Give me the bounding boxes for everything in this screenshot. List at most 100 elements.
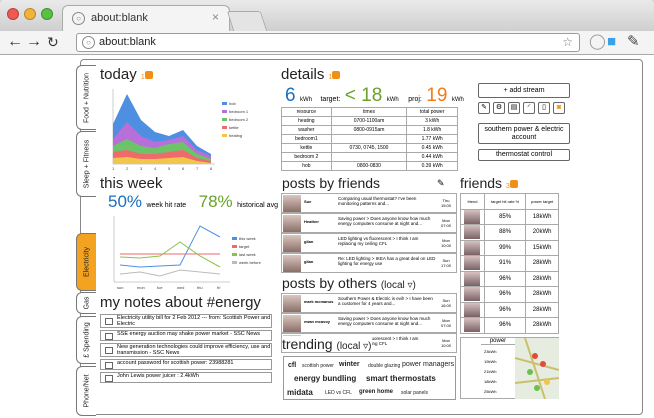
table-row: bedroom 2 0.44 kWh <box>281 152 458 162</box>
tab-food-nutrition[interactable]: Food + Nutrition <box>76 65 96 130</box>
map-marker <box>532 353 538 359</box>
tab-sleep-fitness[interactable]: Sleep + Fitness <box>76 131 96 197</box>
list-item[interactable]: gilan Re: LED lighting > IKEA has a great… <box>281 253 457 273</box>
list-item: 19kWh <box>484 359 497 364</box>
url-text: about:blank <box>99 36 156 48</box>
x-tick-label: wed <box>177 285 184 290</box>
close-tab-icon[interactable]: × <box>212 10 219 24</box>
wrench-icon[interactable]: ✎ <box>627 34 640 50</box>
company-account-button[interactable]: southern power & electric account <box>478 123 570 144</box>
legend-label: bedroom 2 <box>229 117 249 122</box>
reload-icon[interactable]: ↻ <box>47 34 59 50</box>
legend-label: kettle <box>229 125 239 130</box>
bookmark-star-icon[interactable]: ☆ <box>562 34 573 51</box>
add-stream-button[interactable]: + add stream <box>478 83 570 98</box>
rss-icon[interactable] <box>144 71 153 80</box>
details-title: details 1 <box>281 66 341 83</box>
tab-electricity[interactable]: Electricity <box>76 233 96 291</box>
close-window-button[interactable] <box>7 8 19 20</box>
rss-icon[interactable] <box>332 71 341 80</box>
browser-tab[interactable]: ○ about:blank × <box>62 5 230 31</box>
forward-icon[interactable]: → <box>26 34 42 50</box>
x-tick-label: 3 <box>140 166 143 171</box>
legend-label: hob <box>229 101 236 106</box>
legend-swatch <box>232 245 237 248</box>
list-item[interactable]: gilan LED lighting vs fluorescent > I thi… <box>281 233 457 253</box>
today-title: today 1 <box>100 66 153 83</box>
tag[interactable]: LED vs CFL <box>325 390 352 396</box>
rss-feed-icon[interactable]: ◙ <box>553 102 565 114</box>
avatar <box>464 318 481 333</box>
tag[interactable]: winter <box>339 361 360 368</box>
extension-blue-icon[interactable]: ■ <box>607 34 616 50</box>
tag[interactable]: midata <box>287 388 313 397</box>
map-thumbnail[interactable] <box>514 337 560 400</box>
rss-icon[interactable] <box>509 180 518 189</box>
back-icon[interactable]: ← <box>7 34 23 50</box>
avatar <box>283 235 301 252</box>
table-row: hob 0800-0830 0.39 kWh <box>281 161 458 171</box>
tab-title: about:blank <box>91 12 148 24</box>
note-item[interactable]: Electricity utility bill for 2 Feb 2012 … <box>100 314 272 328</box>
tag[interactable]: double glazing <box>368 363 400 369</box>
extension-icon[interactable]: ◯ <box>589 34 606 50</box>
note-item[interactable]: John Lewis power juicer : 2.4kWh <box>100 372 272 383</box>
gear-icon[interactable]: ⚙ <box>493 102 505 114</box>
friends-title: friends 3 <box>460 175 518 191</box>
tag[interactable]: solar panels <box>401 390 428 396</box>
legend-swatch <box>222 118 227 121</box>
list-item: 18kWh <box>484 379 497 384</box>
tag[interactable]: smart thermostats <box>366 374 436 383</box>
table-row: 96% 28kWh <box>460 301 559 318</box>
x-tick-label: tue <box>157 285 163 290</box>
legend-swatch <box>232 253 237 256</box>
tag[interactable]: scottish power <box>302 363 334 369</box>
legend-swatch <box>232 237 237 240</box>
chart-icon[interactable]: ◜ <box>523 102 535 114</box>
avatar <box>464 225 481 240</box>
table-row: kettle 0730, 0745, 1500 0.45 kWh <box>281 143 458 153</box>
scope-dropdown[interactable]: (local ▿) <box>336 341 371 352</box>
list-item[interactable]: Sue Comparing usual thermostat? I've been… <box>281 193 457 213</box>
thermostat-control-button[interactable]: thermostat control <box>478 149 570 161</box>
document-icon[interactable]: ▯ <box>538 102 550 114</box>
list-item[interactable]: ewan mcavoy Saving power > Does anyone kn… <box>281 313 457 333</box>
list-item[interactable]: mark mcmanus Southern Power & Electric is… <box>281 293 457 313</box>
table-row: 96% 28kWh <box>460 317 559 334</box>
tab-spending[interactable]: £ Spending <box>76 316 96 364</box>
x-tick-label: 6 <box>182 166 185 171</box>
note-item[interactable]: account password for scottish power: 239… <box>100 359 272 370</box>
pen-icon[interactable]: ✎ <box>478 102 490 114</box>
legend-swatch <box>232 261 237 264</box>
maximize-window-button[interactable] <box>41 8 53 20</box>
legend-label: week before <box>239 260 262 265</box>
book-icon[interactable]: ▤ <box>508 102 520 114</box>
tab-gas[interactable]: Gas <box>76 292 96 314</box>
table-row: washer 0800-0915am 1.8 kWh <box>281 125 458 135</box>
map-marker <box>540 361 546 367</box>
friends-table: friend target hit rate % power target 85% 1… <box>460 193 559 334</box>
new-tab-button[interactable] <box>226 11 268 31</box>
avatar <box>283 295 301 312</box>
minimize-window-button[interactable] <box>24 8 36 20</box>
x-tick-label: 8 <box>210 166 213 171</box>
list-item: 25kWh <box>484 389 497 394</box>
note-item[interactable]: New generation technologies could improv… <box>100 343 272 357</box>
compose-post-icon[interactable]: ✎ <box>437 178 445 189</box>
list-item[interactable]: Heather Saving power > Does anyone know h… <box>281 213 457 233</box>
scope-dropdown[interactable]: (local ▿) <box>381 280 416 291</box>
table-row: 96% 28kWh <box>460 270 559 287</box>
power-label: power <box>481 338 515 345</box>
note-item[interactable]: SSE energy auction may shake power marke… <box>100 330 272 341</box>
table-row: 91% 28kWh <box>460 255 559 272</box>
tag[interactable]: energy bundling <box>294 374 356 383</box>
tag[interactable]: green home <box>359 389 393 395</box>
legend-swatch <box>222 102 227 105</box>
power-list: 23kWh 19kWh 21kWh 18kWh 25kWh <box>462 347 515 397</box>
x-tick-label: 2 <box>126 166 129 171</box>
tag[interactable]: cfl <box>288 362 296 369</box>
tab-phone-net[interactable]: Phone/Net <box>76 366 96 416</box>
avatar <box>464 209 481 224</box>
address-bar[interactable]: ○ about:blank ☆ <box>76 33 580 52</box>
tag[interactable]: power managers <box>402 361 454 368</box>
